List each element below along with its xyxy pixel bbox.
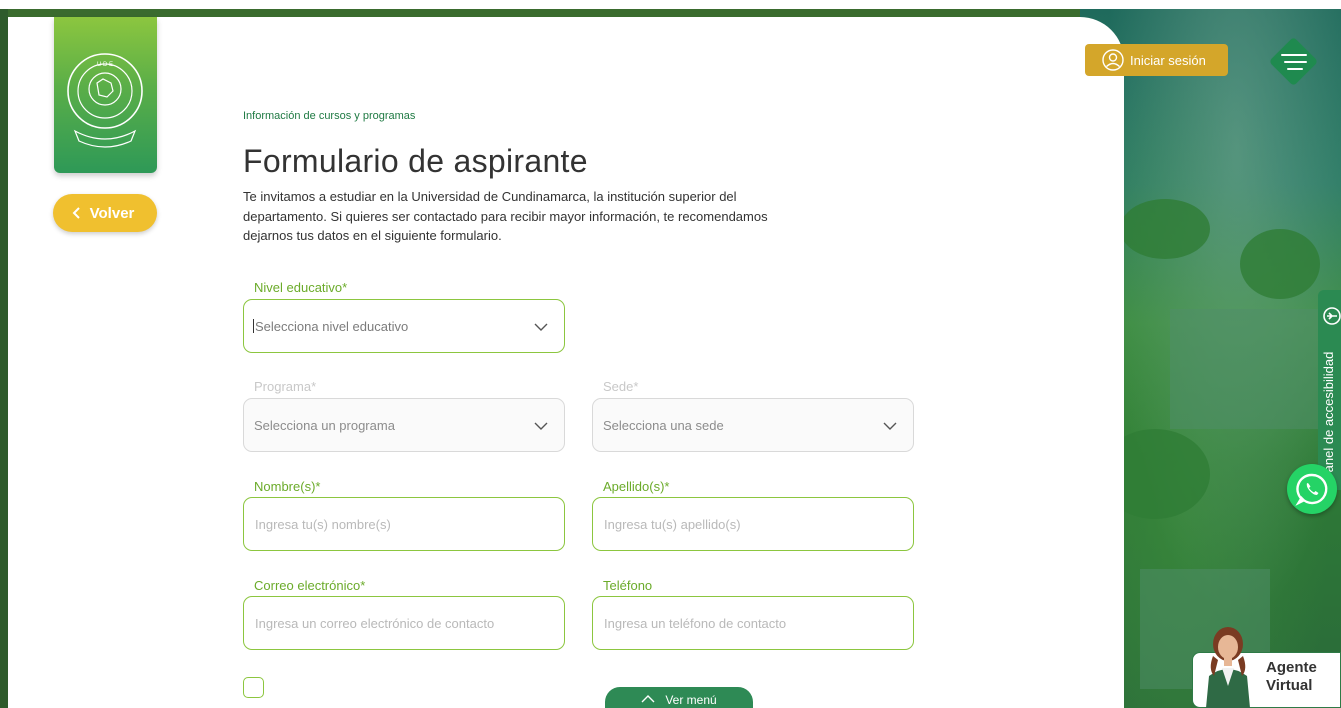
ver-menu-button[interactable]: Ver menú	[605, 687, 753, 708]
breadcrumb[interactable]: Información de cursos y programas	[243, 110, 415, 122]
main-card	[8, 17, 1124, 708]
nombre-placeholder: Ingresa tu(s) nombre(s)	[255, 516, 391, 532]
sede-label: Sede*	[603, 379, 639, 394]
university-logo[interactable]: U D E	[54, 17, 157, 173]
nivel-educativo-label: Nivel educativo*	[254, 280, 348, 295]
correo-label: Correo electrónico*	[254, 578, 366, 593]
left-border	[0, 9, 8, 708]
svg-text:U D E: U D E	[97, 62, 113, 68]
consent-checkbox[interactable]	[243, 677, 264, 698]
telefono-input[interactable]: Ingresa un teléfono de contacto	[592, 596, 914, 650]
nivel-educativo-select[interactable]: Selecciona nivel educativo	[243, 299, 565, 353]
correo-input[interactable]: Ingresa un correo electrónico de contact…	[243, 596, 565, 650]
sede-select[interactable]: Selecciona una sede	[592, 398, 914, 452]
user-icon	[1102, 49, 1124, 71]
login-button-label: Iniciar sesión	[1130, 52, 1206, 68]
hamburger-icon	[1281, 53, 1307, 71]
telefono-label: Teléfono	[603, 578, 653, 593]
correo-placeholder: Ingresa un correo electrónico de contact…	[255, 615, 495, 631]
ver-menu-label: Ver menú	[665, 693, 717, 707]
chevron-down-icon	[534, 323, 548, 331]
nivel-educativo-placeholder: Selecciona nivel educativo	[255, 318, 409, 334]
apellido-label: Apellido(s)*	[603, 479, 670, 494]
accessibility-panel-label: Panel de accesibilidad	[1321, 351, 1336, 481]
text-cursor	[253, 319, 254, 333]
top-bar	[0, 0, 1341, 9]
apellido-placeholder: Ingresa tu(s) apellido(s)	[604, 516, 741, 532]
programa-label: Programa*	[254, 379, 317, 394]
nombre-label: Nombre(s)*	[254, 479, 321, 494]
telefono-placeholder: Ingresa un teléfono de contacto	[604, 615, 787, 631]
university-seal-icon: U D E	[67, 53, 143, 148]
virtual-agent-avatar	[1206, 627, 1250, 708]
whatsapp-button[interactable]	[1287, 464, 1337, 514]
chevron-down-icon	[534, 422, 548, 430]
accessibility-icon	[1323, 307, 1341, 325]
back-button[interactable]: Volver	[53, 194, 157, 232]
back-button-label: Volver	[89, 204, 135, 222]
programa-placeholder: Selecciona un programa	[254, 417, 395, 433]
sede-placeholder: Selecciona una sede	[603, 417, 724, 433]
nombre-input[interactable]: Ingresa tu(s) nombre(s)	[243, 497, 565, 551]
login-button[interactable]: Iniciar sesión	[1085, 44, 1228, 76]
whatsapp-icon	[1295, 473, 1328, 506]
apellido-input[interactable]: Ingresa tu(s) apellido(s)	[592, 497, 914, 551]
chevron-left-icon	[72, 207, 80, 219]
agent-label-line1: Agente	[1266, 659, 1317, 676]
chevron-up-icon	[641, 695, 655, 703]
intro-text: Te invitamos a estudiar en la Universida…	[243, 189, 768, 243]
page-title: Formulario de aspirante	[243, 143, 588, 179]
programa-select[interactable]: Selecciona un programa	[243, 398, 565, 452]
virtual-agent-label: Agente Virtual	[1266, 659, 1317, 695]
agent-label-line2: Virtual	[1266, 677, 1313, 694]
chevron-down-icon	[883, 422, 897, 430]
